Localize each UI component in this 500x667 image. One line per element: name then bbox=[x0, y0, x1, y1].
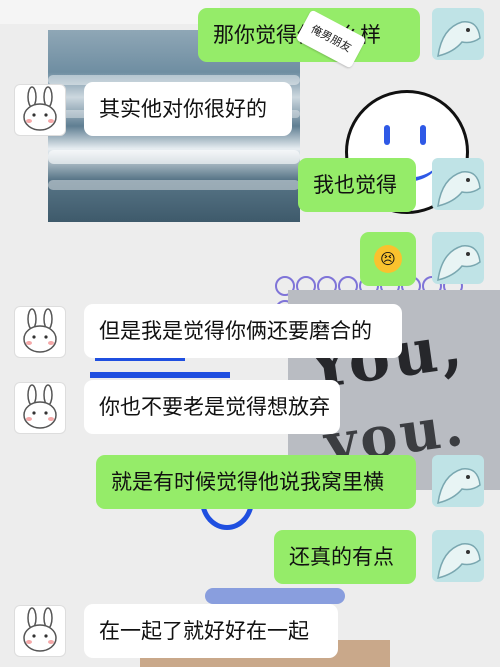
message-bubble-out[interactable]: 还真的有点 bbox=[274, 530, 416, 584]
my-avatar-icon[interactable] bbox=[432, 530, 484, 582]
message-bubble-out[interactable]: 我也觉得 bbox=[298, 158, 416, 212]
message-bubble-in[interactable]: 其实他对你很好的 bbox=[84, 82, 292, 136]
message-bubble-in[interactable]: 但是我是觉得你俩还要磨合的 bbox=[84, 304, 402, 358]
emoji-bubble-out[interactable]: 😣 bbox=[360, 232, 416, 286]
friend-avatar-icon[interactable] bbox=[14, 605, 66, 657]
message-bubble-in[interactable]: 你也不要老是觉得想放弃 bbox=[84, 380, 340, 434]
message-bubble-out[interactable]: 就是有时候觉得他说我窝里横 bbox=[96, 455, 416, 509]
my-avatar-icon[interactable] bbox=[432, 455, 484, 507]
top-blank-strip bbox=[0, 0, 220, 24]
blue-cloud-doodle bbox=[205, 588, 345, 604]
friend-avatar-icon[interactable] bbox=[14, 84, 66, 136]
my-avatar-icon[interactable] bbox=[432, 158, 484, 210]
my-avatar-icon[interactable] bbox=[432, 8, 484, 60]
friend-avatar-icon[interactable] bbox=[14, 382, 66, 434]
persevering-face-emoji: 😣 bbox=[374, 245, 402, 273]
my-avatar-icon[interactable] bbox=[432, 232, 484, 284]
message-bubble-in[interactable]: 在一起了就好好在一起 bbox=[84, 604, 338, 658]
friend-avatar-icon[interactable] bbox=[14, 306, 66, 358]
blue-doodle-bar bbox=[90, 372, 230, 378]
